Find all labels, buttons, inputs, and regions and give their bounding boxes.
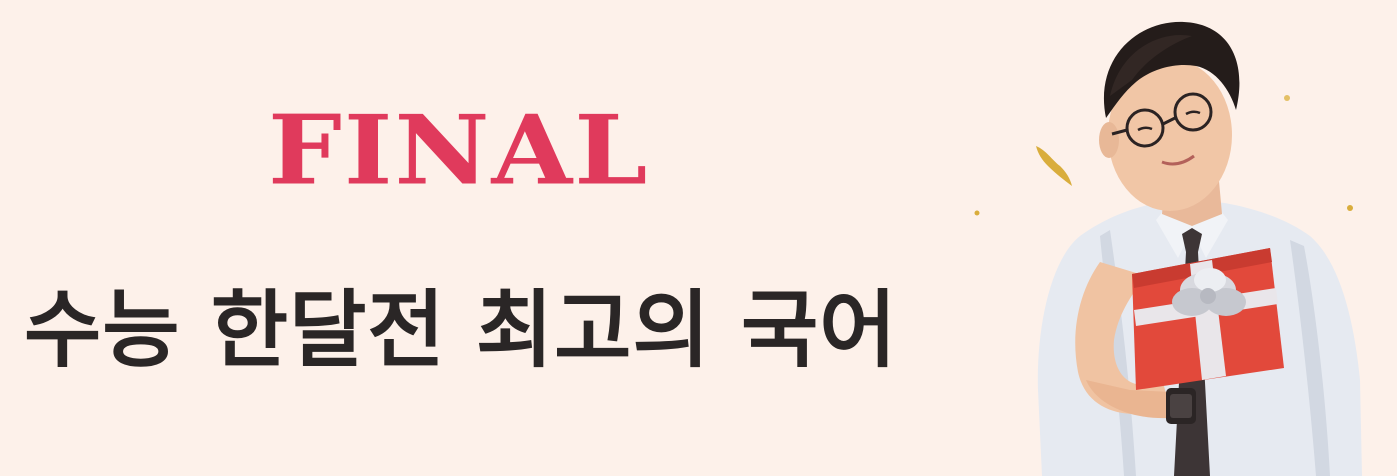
final-title: FINAL (268, 93, 650, 207)
presenter-illustration (960, 0, 1397, 476)
promo-banner: FINAL 수능 한달전 최고의 국어 (0, 0, 1397, 476)
headline-text: 수능 한달전 최고의 국어 (24, 281, 898, 379)
